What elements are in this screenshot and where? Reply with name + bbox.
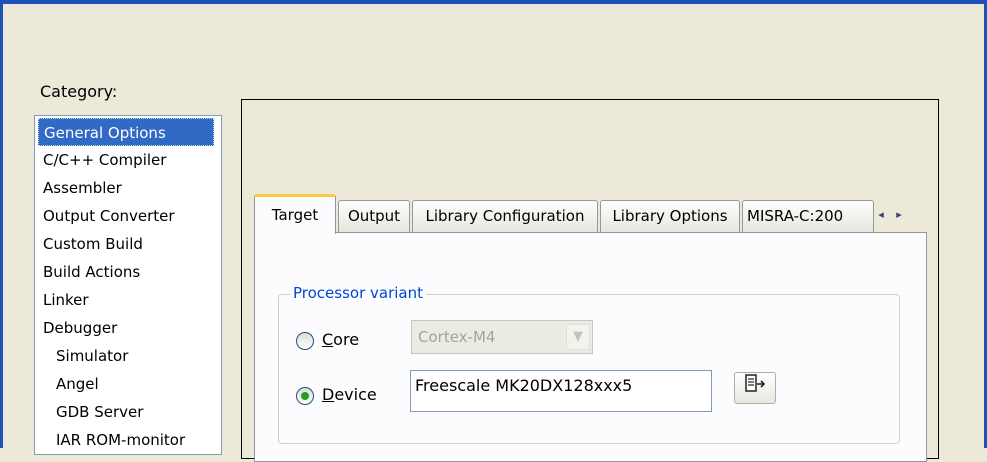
radio-selected-dot bbox=[301, 392, 309, 400]
tab-scroll-right-icon[interactable]: ▸ bbox=[890, 202, 908, 228]
tab-library-configuration[interactable]: Library Configuration bbox=[412, 200, 598, 232]
tab-output[interactable]: Output bbox=[338, 200, 410, 232]
tab-output-label: Output bbox=[347, 207, 401, 225]
tab-library-options-label: Library Options bbox=[612, 207, 728, 225]
device-browse-icon bbox=[745, 374, 766, 392]
category-label: Category: bbox=[40, 82, 118, 101]
processor-variant-group bbox=[278, 294, 900, 444]
category-item[interactable]: Simulator bbox=[35, 342, 221, 370]
chevron-down-icon: ▼ bbox=[566, 324, 590, 350]
category-item[interactable]: Angel bbox=[35, 370, 221, 398]
tab-scroll-left-icon[interactable]: ◂ bbox=[872, 202, 890, 228]
core-select: Cortex-M4 ▼ bbox=[411, 320, 593, 354]
tab-misra-c[interactable]: MISRA-C:200 bbox=[742, 200, 874, 232]
tab-library-options[interactable]: Library Options bbox=[600, 200, 740, 232]
category-item[interactable]: IAR ROM-monitor bbox=[35, 426, 221, 454]
category-item[interactable]: Assembler bbox=[35, 174, 221, 202]
tab-scroll-buttons: ◂ ▸ bbox=[872, 202, 918, 228]
processor-variant-title: Processor variant bbox=[290, 284, 426, 302]
tab-misra-c-label: MISRA-C:200 bbox=[747, 207, 844, 225]
category-item[interactable]: Build Actions bbox=[35, 258, 221, 286]
category-item[interactable]: Linker bbox=[35, 286, 221, 314]
device-field-value: Freescale MK20DX128xxx5 bbox=[415, 376, 633, 395]
device-radio[interactable] bbox=[296, 387, 314, 405]
category-item[interactable]: Debugger bbox=[35, 314, 221, 342]
core-radio[interactable] bbox=[296, 332, 314, 350]
tab-library-configuration-label: Library Configuration bbox=[425, 207, 585, 225]
device-radio-label[interactable]: Device bbox=[322, 385, 377, 404]
tab-target[interactable]: Target bbox=[254, 194, 336, 234]
category-item[interactable]: Custom Build bbox=[35, 230, 221, 258]
device-field[interactable]: Freescale MK20DX128xxx5 bbox=[410, 370, 712, 412]
tab-target-label: Target bbox=[271, 206, 319, 224]
category-item[interactable]: GDB Server bbox=[35, 398, 221, 426]
core-radio-label[interactable]: Core bbox=[322, 330, 359, 349]
category-item[interactable]: General Options bbox=[38, 118, 214, 146]
category-item[interactable]: C/C++ Compiler bbox=[35, 146, 221, 174]
device-browse-button[interactable] bbox=[734, 372, 776, 404]
core-select-value: Cortex-M4 bbox=[418, 328, 496, 346]
category-item[interactable]: Output Converter bbox=[35, 202, 221, 230]
category-list[interactable]: General Options C/C++ Compiler Assembler Ou… bbox=[34, 115, 222, 455]
